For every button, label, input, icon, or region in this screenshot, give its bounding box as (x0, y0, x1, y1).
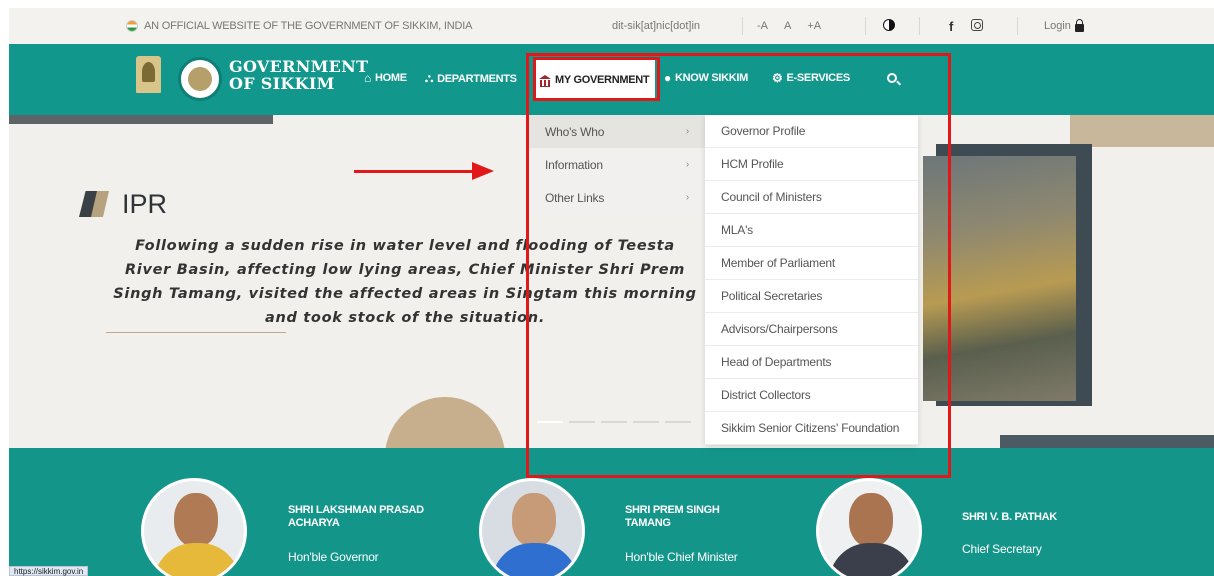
official-name: SHRI V. B. PATHAK (962, 511, 1057, 523)
contact-email[interactable]: dit-sik[at]nic[dot]in (612, 20, 700, 32)
brand-line-1: GOVERNMENT (229, 57, 369, 76)
contrast-toggle-icon[interactable] (883, 19, 895, 31)
sitemap-icon: ⛬ (425, 71, 434, 85)
avatar-head (174, 493, 218, 547)
utility-bar: AN OFFICIAL WEBSITE OF THE GOVERNMENT OF… (9, 8, 1214, 44)
avatar[interactable] (816, 478, 922, 576)
decor-bar (1000, 435, 1214, 448)
nav-departments-label: DEPARTMENTS (437, 72, 517, 85)
decor-circle (385, 397, 505, 448)
national-emblem-icon (136, 56, 161, 93)
instagram-icon[interactable] (971, 19, 983, 31)
home-icon: ⌂ (364, 71, 371, 85)
avatar-body (154, 543, 240, 576)
official-name: SHRI PREM SINGH TAMANG (625, 504, 720, 529)
decor-block (1070, 115, 1214, 147)
avatar-head (849, 493, 893, 547)
font-increase-button[interactable]: +A (807, 20, 821, 32)
font-decrease-button[interactable]: -A (757, 20, 768, 32)
divider (919, 17, 920, 35)
nav-home-label: HOME (374, 72, 407, 84)
font-size-controls: -A A +A (757, 20, 821, 32)
login-label: Login (1044, 20, 1071, 32)
divider (106, 332, 286, 333)
facebook-icon[interactable]: f (949, 19, 953, 34)
official-notice: AN OFFICIAL WEBSITE OF THE GOVERNMENT OF… (126, 20, 472, 32)
avatar-head (512, 493, 556, 547)
avatar-body (829, 543, 915, 576)
lock-icon (1074, 18, 1084, 32)
font-normal-button[interactable]: A (784, 20, 791, 32)
divider (742, 17, 743, 35)
avatar-body (492, 543, 578, 576)
official-name: SHRI LAKSHMAN PRASAD ACHARYA (288, 504, 424, 529)
sikkim-seal-icon[interactable] (178, 57, 222, 101)
avatar[interactable] (479, 478, 585, 576)
official-title: Chief Secretary (962, 542, 1042, 556)
login-link[interactable]: Login (1044, 18, 1084, 32)
ipr-logo-icon (79, 191, 109, 217)
status-bar-url: https://sikkim.gov.in (9, 566, 89, 576)
divider (1017, 17, 1018, 35)
official-title: Hon'ble Governor (288, 550, 379, 564)
annotation-highlight-box (526, 53, 951, 478)
section-title: IPR (122, 189, 168, 219)
decor-bar (9, 115, 273, 124)
nav-departments[interactable]: ⛬ DEPARTMENTS (425, 71, 517, 86)
official-title: Hon'ble Chief Minister (625, 550, 738, 564)
browser-viewport: AN OFFICIAL WEBSITE OF THE GOVERNMENT OF… (9, 8, 1214, 576)
annotation-arrow-icon (354, 162, 494, 180)
brand-line-2: OF SIKKIM (229, 74, 335, 93)
india-flag-icon (126, 20, 138, 32)
site-brand[interactable]: GOVERNMENT OF SIKKIM (229, 58, 368, 92)
official-text: AN OFFICIAL WEBSITE OF THE GOVERNMENT OF… (144, 20, 473, 32)
annotation-highlight-box (533, 57, 660, 101)
nav-home[interactable]: ⌂ HOME (364, 71, 407, 85)
avatar[interactable] (141, 478, 247, 576)
divider (865, 17, 866, 35)
